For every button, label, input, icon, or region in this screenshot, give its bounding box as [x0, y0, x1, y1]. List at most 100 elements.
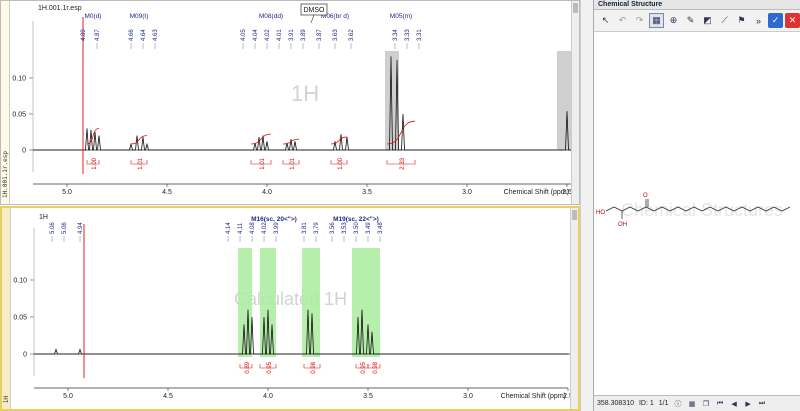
redo-icon[interactable]: ↷	[632, 13, 647, 28]
scrollbar-top[interactable]	[571, 1, 579, 204]
multiplet-label: M0(d)	[85, 13, 102, 20]
integral-curve	[130, 135, 148, 145]
solvent-label: DMSO	[304, 7, 326, 14]
peak-label: 3.81	[302, 222, 308, 234]
spectrum-panel-top[interactable]: 1H.001.1r.esp 1H 0.10 0.05 0 5.0 4.5 4.0 3.5 3.0…	[0, 0, 580, 205]
y-tick-label: 0.05	[13, 315, 27, 322]
peak-label: 4.64	[141, 29, 147, 41]
prev-page-icon[interactable]: ◀	[730, 399, 739, 408]
y-tick-label: 0.10	[13, 278, 27, 285]
select-icon[interactable]: ↖	[598, 13, 613, 28]
y-tick-label: 0.10	[12, 76, 26, 83]
peak-label: 4.05	[241, 29, 247, 41]
peak-label: 4.87	[95, 29, 101, 41]
structure-toolbar: ↖ ↶ ↷ ▦ ⊕ ✎ ◩ ⟋ ⚑ » ✓ ✕	[594, 10, 800, 32]
last-page-icon[interactable]: ⏭	[758, 399, 767, 408]
x-tick-label: 4.0	[262, 189, 272, 196]
watermark: 1H	[291, 81, 319, 106]
undo-icon[interactable]: ↶	[615, 13, 630, 28]
next-page-icon[interactable]: ▶	[744, 399, 753, 408]
peak-label: 3.91	[289, 29, 295, 41]
flag-icon[interactable]: ⚑	[734, 13, 749, 28]
peak-label: 3.87	[317, 29, 323, 41]
spectrum-plot-top[interactable]: 1H0.100.0505.04.54.03.53.02.52.01.51.0Ch…	[1, 1, 573, 204]
x-tick-label: 5.0	[63, 393, 73, 400]
scrollbar-bottom[interactable]	[570, 208, 578, 409]
spectrum-title: 1H.001.1r.esp	[38, 5, 82, 12]
highlight-band	[260, 248, 276, 357]
peak-label: 4.66	[129, 29, 135, 41]
more-icon[interactable]: »	[751, 13, 766, 28]
peak-label: 3.31	[417, 29, 423, 41]
integral-value: 0.95	[267, 361, 273, 373]
x-tick-label: 3.5	[363, 393, 373, 400]
grid-icon[interactable]: ▦	[688, 399, 697, 408]
integral-value: 0.98	[311, 361, 317, 373]
peak-label: 3.53	[342, 222, 348, 234]
structure-watermark: Chemical Structures	[621, 200, 783, 220]
integral-value: 1.00	[338, 157, 344, 169]
peak-label: 3.34	[393, 29, 399, 41]
x-tick-label: 4.5	[162, 189, 172, 196]
structure-panel-title: Chemical Structure	[594, 0, 800, 10]
peak-label: 4.63	[153, 29, 159, 41]
x-tick-label: 4.5	[163, 393, 173, 400]
formula-icon[interactable]: ▦	[649, 13, 664, 28]
panel-splitter[interactable]	[580, 0, 593, 411]
structure-canvas[interactable]: Chemical Structures HO OH O	[594, 33, 800, 393]
spectrum-panel-bottom[interactable]: 1H Calculated 1H 0.10 0.05 0 5.0 4.5 4.0 3.5 3.0…	[0, 206, 580, 411]
x-tick-label: 5.0	[62, 189, 72, 196]
peak-label: 4.11	[238, 222, 244, 234]
x-tick-label: 4.0	[263, 393, 273, 400]
multiplet-label: M09(t)	[130, 13, 149, 20]
peak-label: 3.49	[366, 222, 372, 234]
y-tick-label: 0.05	[12, 112, 26, 119]
x-axis-label: Chemical Shift (ppm)	[504, 189, 569, 196]
peak-label: 4.04	[253, 29, 259, 41]
pen-icon[interactable]: ✎	[683, 13, 698, 28]
integral-value: 1.00	[92, 157, 98, 169]
peak-label: 4.94	[78, 222, 84, 234]
peak-label: 3.62	[349, 29, 355, 41]
spectrum-title: 1H	[39, 214, 48, 221]
integral-value: 1.01	[290, 157, 296, 169]
first-page-icon[interactable]: ⏮	[716, 399, 725, 408]
info-icon[interactable]: ⓘ	[674, 399, 683, 408]
zoom-icon[interactable]: ⊕	[666, 13, 681, 28]
atom-label: OH	[618, 222, 627, 228]
scrollbar-thumb-top[interactable]	[573, 3, 578, 13]
peak-label: 3.99	[274, 222, 280, 234]
peak-label: 4.01	[277, 29, 283, 41]
copy-icon[interactable]: ❐	[702, 399, 711, 408]
spectrum-plot-bottom[interactable]: Calculated 1H0.100.0505.04.54.03.53.02.5…	[2, 208, 570, 409]
peak-label: 3.63	[333, 29, 339, 41]
close-icon[interactable]: ✕	[785, 13, 800, 28]
scrollbar-thumb-bottom[interactable]	[572, 210, 577, 220]
peak-label: 3.89	[301, 29, 307, 41]
multiplet-label: M05(m)	[390, 13, 412, 20]
integral-value: 0.89	[245, 361, 251, 373]
integral-value: 0.98	[373, 361, 379, 373]
integral-value: 1.01	[260, 157, 266, 169]
atom-label: HO	[596, 210, 605, 216]
peak-label: 4.08	[250, 222, 256, 234]
integral-curve	[86, 128, 100, 145]
peak-label: 3.48	[378, 222, 384, 234]
integral-curve	[330, 136, 348, 145]
eraser-icon[interactable]: ◩	[700, 13, 715, 28]
integral-value: 1.01	[138, 157, 144, 169]
peak-label: 4.89	[81, 29, 87, 41]
bond-icon[interactable]: ⟋	[717, 13, 732, 28]
apply-icon[interactable]: ✓	[768, 13, 783, 28]
peak-label: 4.02	[265, 29, 271, 41]
peak-label: 4.02	[262, 222, 268, 234]
peak-label: 4.14	[226, 222, 232, 234]
integral-value: 2.33	[400, 157, 406, 169]
app-window: 1H.001.1r.esp 1H 0.10 0.05 0 5.0 4.5 4.0 3.5 3.0…	[0, 0, 800, 411]
integral-curve	[250, 133, 272, 145]
y-tick-label: 0	[22, 148, 26, 155]
peak-label: 5.06	[50, 222, 56, 234]
multiplet-label: M16(sc, 20<">)	[251, 216, 297, 223]
peak-label: 3.79	[314, 222, 320, 234]
id-value: ID: 1	[638, 400, 654, 407]
